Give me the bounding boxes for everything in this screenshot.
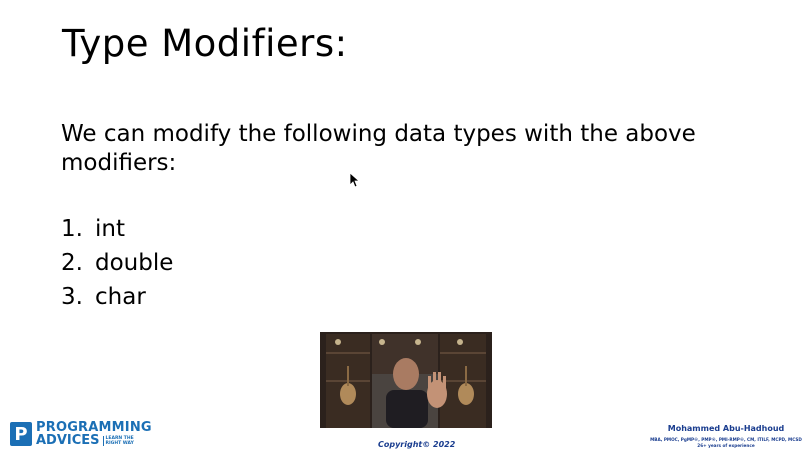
slide-title: Type Modifiers: xyxy=(62,22,348,65)
presenter-webcam-feed xyxy=(320,332,492,428)
list-item: 2. double xyxy=(61,248,173,282)
slide-intro-text: We can modify the following data types w… xyxy=(61,121,696,176)
presenter-credentials: MBA, PMOC, PgMP®, PMP®, PMI-RMP®, CM, IT… xyxy=(650,437,802,442)
data-types-list: 1. int 2. double 3. char xyxy=(61,214,173,316)
presenter-experience: 26+ years of experience xyxy=(697,443,755,448)
presenter-info: Mohammed Abu-Hadhoud MBA, PMOC, PgMP®, P… xyxy=(646,424,806,448)
list-item: 1. int xyxy=(61,214,173,248)
list-item: 3. char xyxy=(61,282,173,316)
list-item-label: int xyxy=(95,216,125,242)
presenter-name: Mohammed Abu-Hadhoud xyxy=(667,424,785,433)
list-item-number: 3. xyxy=(61,284,83,310)
logo-row2: ADVICES LEARN THE RIGHT WAY xyxy=(36,434,152,447)
list-item-number: 2. xyxy=(61,250,83,276)
logo-line2: ADVICES xyxy=(36,433,100,448)
list-item-number: 1. xyxy=(61,216,83,242)
copyright-notice: Copyright© 2022 xyxy=(378,440,456,449)
logo-tagline: LEARN THE RIGHT WAY xyxy=(102,435,136,446)
programming-advices-logo: P PROGRAMMING ADVICES LEARN THE RIGHT WA… xyxy=(10,421,152,447)
mouse-pointer-icon xyxy=(349,172,359,188)
list-item-label: char xyxy=(95,284,146,310)
list-item-label: double xyxy=(95,250,174,276)
logo-text: PROGRAMMING ADVICES LEARN THE RIGHT WAY xyxy=(36,421,152,447)
programming-advices-logo-icon: P xyxy=(10,422,32,446)
presentation-slide: Type Modifiers: We can modify the follow… xyxy=(0,0,812,454)
webcam-frame-image xyxy=(320,332,492,428)
